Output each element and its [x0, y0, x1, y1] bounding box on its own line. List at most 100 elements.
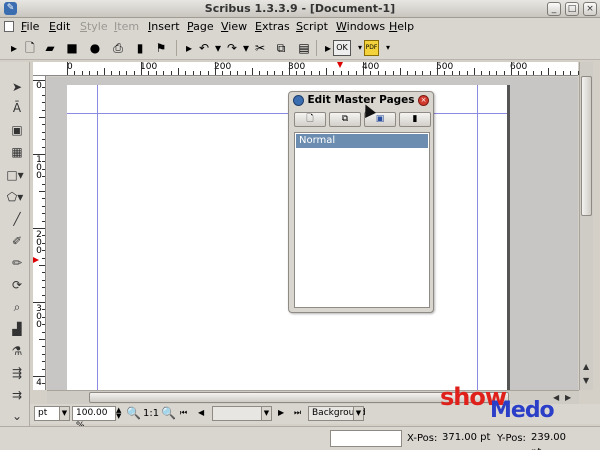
zoom-icon[interactable]: ⌕ — [8, 298, 26, 316]
unit-select[interactable]: pt ▼ — [34, 406, 70, 421]
open-folder-icon[interactable]: ▰ — [42, 40, 58, 56]
ruler-tick — [42, 250, 45, 252]
zoom-out-icon[interactable]: 🔍 — [126, 406, 141, 420]
ruler-tick — [89, 71, 91, 75]
delete-master-page-button[interactable]: ▮ — [399, 112, 431, 127]
ruler-tick — [348, 71, 350, 75]
bezier-icon[interactable]: ✐ — [8, 232, 26, 250]
menu-insert[interactable]: Insert — [148, 20, 180, 33]
print-icon[interactable]: ⎙ — [110, 40, 126, 56]
ruler-tick — [296, 71, 298, 75]
image-frame-icon[interactable]: ▣ — [8, 121, 26, 139]
vertical-ruler: 0 100 200 300 4 — [33, 76, 46, 390]
next-page-icon[interactable]: ▶ — [278, 408, 284, 417]
ruler-tick — [215, 62, 216, 75]
menu-script[interactable]: Script — [296, 20, 328, 33]
paste-icon[interactable]: ▤ — [296, 40, 312, 56]
new-document-icon[interactable]: 🗋 — [22, 40, 38, 56]
menu-page[interactable]: Page — [187, 20, 214, 33]
document-menu-icon[interactable] — [4, 21, 14, 32]
zoom-in-icon[interactable]: 🔍 — [161, 406, 176, 420]
polygon-icon[interactable]: ⬠▾ — [6, 188, 24, 206]
ruler-tick — [39, 265, 45, 266]
ruler-tick — [496, 71, 498, 75]
line-icon[interactable]: ╱ — [8, 210, 26, 228]
menu-help[interactable]: Help — [389, 20, 414, 33]
page-select[interactable]: ▼ — [212, 406, 272, 421]
pdf-dropdown-icon[interactable]: ▾ — [380, 40, 396, 56]
ruler-tick — [67, 62, 68, 75]
menu-view[interactable]: View — [221, 20, 247, 33]
ruler-tick — [466, 71, 468, 75]
export-pdf-icon[interactable]: ⚑ — [153, 40, 169, 56]
duplicate-master-page-button[interactable]: ⧉ — [329, 112, 361, 127]
ruler-tick — [42, 124, 45, 126]
ruler-tick — [42, 272, 45, 274]
last-page-icon[interactable]: ⏭ — [294, 408, 301, 418]
text-frame-icon[interactable]: Ā — [8, 99, 26, 117]
eyedropper-icon[interactable]: ⚗ — [8, 342, 26, 360]
document-page[interactable] — [67, 85, 507, 390]
preflight-ok-button[interactable]: OK — [333, 40, 351, 56]
save-icon[interactable]: ■ — [64, 40, 80, 56]
ruler-tick — [42, 353, 45, 355]
scroll-up-icon[interactable]: ▲ — [583, 362, 589, 371]
menu-file[interactable]: File — [21, 20, 39, 33]
ruler-tick — [222, 71, 224, 75]
edit-contents-icon[interactable]: ▟ — [8, 320, 26, 338]
dialog-close-icon[interactable]: × — [418, 95, 429, 106]
menu-windows[interactable]: Windows — [336, 20, 385, 33]
ruler-tick — [444, 71, 446, 75]
ruler-tick — [42, 383, 45, 385]
new-master-page-button[interactable]: 🗋 — [294, 112, 326, 127]
zoom-input[interactable]: 100.00 % — [72, 406, 116, 431]
zoom-ratio-button[interactable]: 1:1 — [143, 408, 159, 419]
ruler-tick — [207, 71, 209, 75]
ruler-tick — [377, 71, 379, 75]
ruler-tick — [42, 287, 45, 289]
menu-edit[interactable]: Edit — [49, 20, 70, 33]
close-button[interactable]: × — [583, 2, 597, 16]
ruler-tick — [422, 71, 424, 75]
list-item[interactable]: Normal — [296, 134, 428, 148]
rectangle-shape-icon[interactable]: □▾ — [6, 166, 24, 184]
status-bar: X-Pos: 371.00 pt Y-Pos: 239.00 pt — [0, 426, 600, 450]
vertical-scroll-thumb[interactable] — [581, 76, 592, 216]
ruler-tick — [437, 62, 438, 75]
ruler-tick — [511, 62, 512, 75]
ruler-position-marker — [33, 257, 39, 263]
logo-part-medo: Medo — [490, 398, 555, 423]
select-arrow-icon[interactable]: ➤ — [8, 78, 26, 96]
master-pages-list[interactable]: Normal — [294, 132, 430, 308]
close-document-icon[interactable]: ● — [87, 40, 103, 56]
ruler-tick — [281, 71, 283, 75]
trash-icon: ▮ — [412, 114, 418, 124]
vertical-scrollbar[interactable]: ▲ ▼ — [579, 62, 593, 390]
scroll-down-icon[interactable]: ▼ — [583, 376, 589, 385]
ruler-tick — [503, 71, 505, 75]
menu-extras[interactable]: Extras — [255, 20, 290, 33]
minimize-button[interactable]: _ — [547, 2, 561, 16]
table-icon[interactable]: ▦ — [8, 143, 26, 161]
rotate-icon[interactable]: ⟳ — [8, 276, 26, 294]
layer-select[interactable]: Background ▼ — [308, 406, 366, 421]
link-frames-icon[interactable]: ⇶ — [8, 364, 26, 382]
toolbar-handle-icon: ▸ — [10, 41, 18, 55]
zoom-spinner[interactable]: ▲ ▼ — [116, 407, 121, 420]
ruler-tick — [39, 117, 45, 118]
cut-icon[interactable]: ✂ — [252, 40, 268, 56]
first-page-icon[interactable]: ⏮ — [180, 408, 187, 418]
more-tools-icon[interactable]: ⌄ — [8, 407, 26, 425]
ruler-tick — [42, 316, 45, 318]
unlink-frames-icon[interactable]: ⇉ — [8, 386, 26, 404]
previous-page-icon[interactable]: ◀ — [198, 408, 204, 417]
ruler-tick — [74, 71, 76, 75]
copy-icon[interactable]: ⧉ — [273, 40, 289, 56]
maximize-button[interactable]: □ — [565, 2, 579, 16]
ruler-tick — [459, 71, 461, 75]
pdf-export-button[interactable]: PDF — [364, 40, 379, 56]
freehand-pencil-icon[interactable]: ✏ — [8, 254, 26, 272]
menu-bar: File Edit Style Item Insert Page View Ex… — [0, 18, 600, 36]
preflight-icon[interactable]: ▮ — [132, 40, 148, 56]
ruler-tick — [33, 80, 45, 81]
